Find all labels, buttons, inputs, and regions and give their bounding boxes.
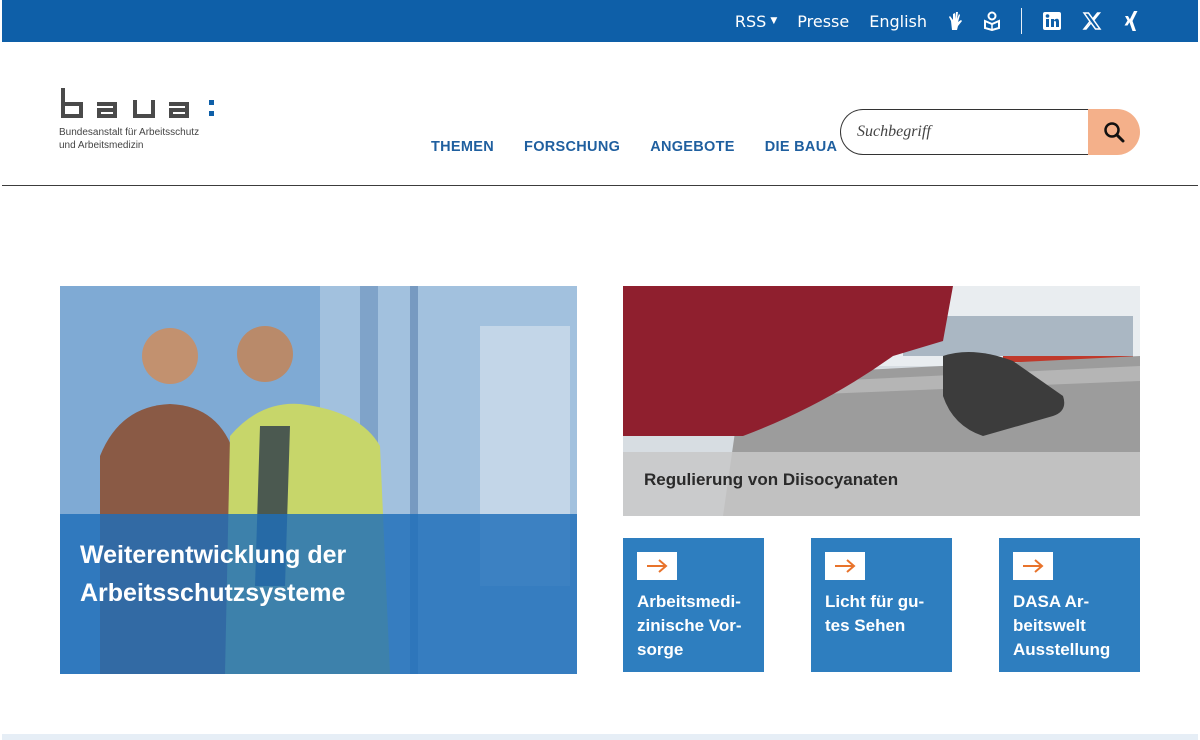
- nav-item-die-baua[interactable]: DIE BAUA: [765, 139, 838, 155]
- teaser-tile-label: Arbeitsmedi-zinische Vor-sorge: [637, 592, 742, 659]
- top-bar: RSS ▼ Presse English: [2, 0, 1198, 42]
- logo-subtitle-line2: und Arbeitsmedizin: [59, 140, 144, 151]
- logo-subtitle-line1: Bundesanstalt für Arbeitsschutz: [59, 127, 200, 138]
- search-icon: [1104, 122, 1125, 143]
- hero-teaser-tile[interactable]: Weiterentwicklung der Arbeitsschutzsyste…: [60, 286, 577, 674]
- teaser-tile-label: Licht für gu-tes Sehen: [825, 592, 925, 635]
- regulation-teaser-tile[interactable]: Regulierung von Diisocyanaten: [623, 286, 1140, 516]
- search-input[interactable]: [840, 109, 1092, 155]
- xing-icon[interactable]: [1122, 10, 1140, 32]
- top-navigation: RSS ▼ Presse English: [735, 0, 1140, 42]
- search-button[interactable]: [1088, 109, 1140, 155]
- section-divider: [2, 734, 1198, 740]
- press-link[interactable]: Presse: [797, 12, 849, 31]
- arrow-right-icon-box: [825, 552, 865, 580]
- x-icon[interactable]: [1082, 11, 1102, 31]
- rss-link[interactable]: RSS ▼: [735, 12, 777, 31]
- linkedin-icon[interactable]: [1042, 11, 1062, 31]
- teaser-tile-arbeitsmedizinische-vorsorge[interactable]: Arbeitsmedi-zinische Vor-sorge: [623, 538, 764, 672]
- regulation-teaser-title: Regulierung von Diisocyanaten: [644, 470, 899, 489]
- baua-logo[interactable]: Bundesanstalt für Arbeitsschutz und Arbe…: [59, 88, 229, 152]
- hero-teaser-caption: Weiterentwicklung der Arbeitsschutzsyste…: [60, 514, 577, 674]
- arrow-right-icon: [647, 559, 668, 573]
- rss-label: RSS: [734, 11, 767, 31]
- main-navigation: THEMEN FORSCHUNG ANGEBOTE DIE BAUA: [431, 139, 867, 155]
- teaser-tile-licht-fuer-gutes-sehen[interactable]: Licht für gu-tes Sehen: [811, 538, 952, 672]
- arrow-right-icon: [835, 559, 856, 573]
- chevron-down-icon: ▼: [770, 16, 778, 26]
- divider: [1021, 8, 1022, 34]
- hero-teaser-title: Weiterentwicklung der Arbeitsschutzsyste…: [80, 541, 347, 607]
- language-switch-link[interactable]: English: [869, 12, 927, 31]
- search-form: [840, 109, 1140, 155]
- nav-item-themen[interactable]: THEMEN: [431, 139, 494, 155]
- teaser-tile-dasa-ausstellung[interactable]: DASA Ar-beitswelt Ausstellung: [999, 538, 1140, 672]
- sign-language-icon[interactable]: [947, 11, 963, 31]
- arrow-right-icon-box: [637, 552, 677, 580]
- nav-item-forschung[interactable]: FORSCHUNG: [524, 139, 620, 155]
- arrow-right-icon: [1023, 559, 1044, 573]
- teaser-tile-label: DASA Ar-beitswelt Ausstellung: [1013, 592, 1111, 659]
- site-header: Bundesanstalt für Arbeitsschutz und Arbe…: [2, 42, 1198, 186]
- nav-item-angebote[interactable]: ANGEBOTE: [650, 139, 735, 155]
- easy-language-icon[interactable]: [983, 11, 1001, 31]
- baua-wordmark: [61, 88, 214, 118]
- arrow-right-icon-box: [1013, 552, 1053, 580]
- regulation-teaser-caption: Regulierung von Diisocyanaten: [623, 452, 1140, 516]
